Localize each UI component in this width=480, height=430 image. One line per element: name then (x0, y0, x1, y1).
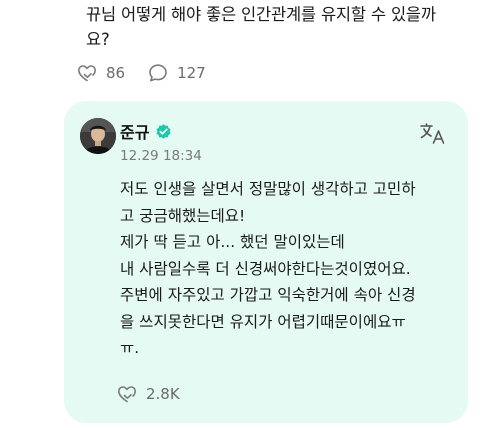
page: 뀨님 어떻게 해야 좋은 인간관계를 유지할 수 있을까 요? 86 127 준… (0, 0, 480, 430)
author-row: 준규 (120, 119, 172, 143)
question-stats: 86 127 (76, 60, 228, 86)
avatar[interactable] (80, 118, 116, 154)
speech-bubble-icon (147, 62, 169, 84)
reply-like-button[interactable]: 2.8K (116, 383, 180, 405)
question-like-button[interactable]: 86 (76, 62, 125, 84)
reply-line: 고 궁금해했는데요! (120, 206, 246, 225)
reply-card: 준규 12.29 18:34 저도 인생을 살면서 정말많이 생각하고 고민하 … (64, 101, 468, 423)
question-comment-button[interactable]: 127 (147, 62, 206, 84)
reply-line: 주변에 자주있고 가깝고 익숙한거에 속아 신경 (120, 286, 416, 304)
heart-hand-icon (116, 383, 138, 405)
reply-line: 내 사람일수록 더 신경써야한다는것이였어요. (120, 259, 411, 278)
timestamp: 12.29 18:34 (120, 148, 202, 164)
question-text: 뀨님 어떻게 해야 좋은 인간관계를 유지할 수 있을까 요? (86, 2, 466, 52)
translate-icon (418, 121, 448, 147)
reply-like-count: 2.8K (146, 385, 180, 403)
verified-badge-icon (155, 123, 172, 140)
question-line: 뀨님 어떻게 해야 좋은 인간관계를 유지할 수 있을까 (86, 5, 436, 24)
reply-line: 을 쓰지못한다면 유지가 어렵기때문이에요ㅠ (120, 312, 406, 331)
reply-line: ㅠ. (120, 339, 140, 357)
reply-text: 저도 인생을 살면서 정말많이 생각하고 고민하 고 궁금해했는데요! 제가 딱… (120, 176, 460, 362)
question-line: 요? (86, 30, 110, 49)
author-name[interactable]: 준규 (120, 119, 149, 143)
question-like-count: 86 (106, 64, 126, 82)
reply-line: 제가 딱 듣고 아... 했던 말이있는데 (120, 233, 345, 251)
heart-hand-icon (76, 62, 98, 84)
translate-button[interactable] (418, 121, 448, 147)
reply-line: 저도 인생을 살면서 정말많이 생각하고 고민하 (120, 180, 416, 198)
question-comment-count: 127 (177, 64, 206, 82)
